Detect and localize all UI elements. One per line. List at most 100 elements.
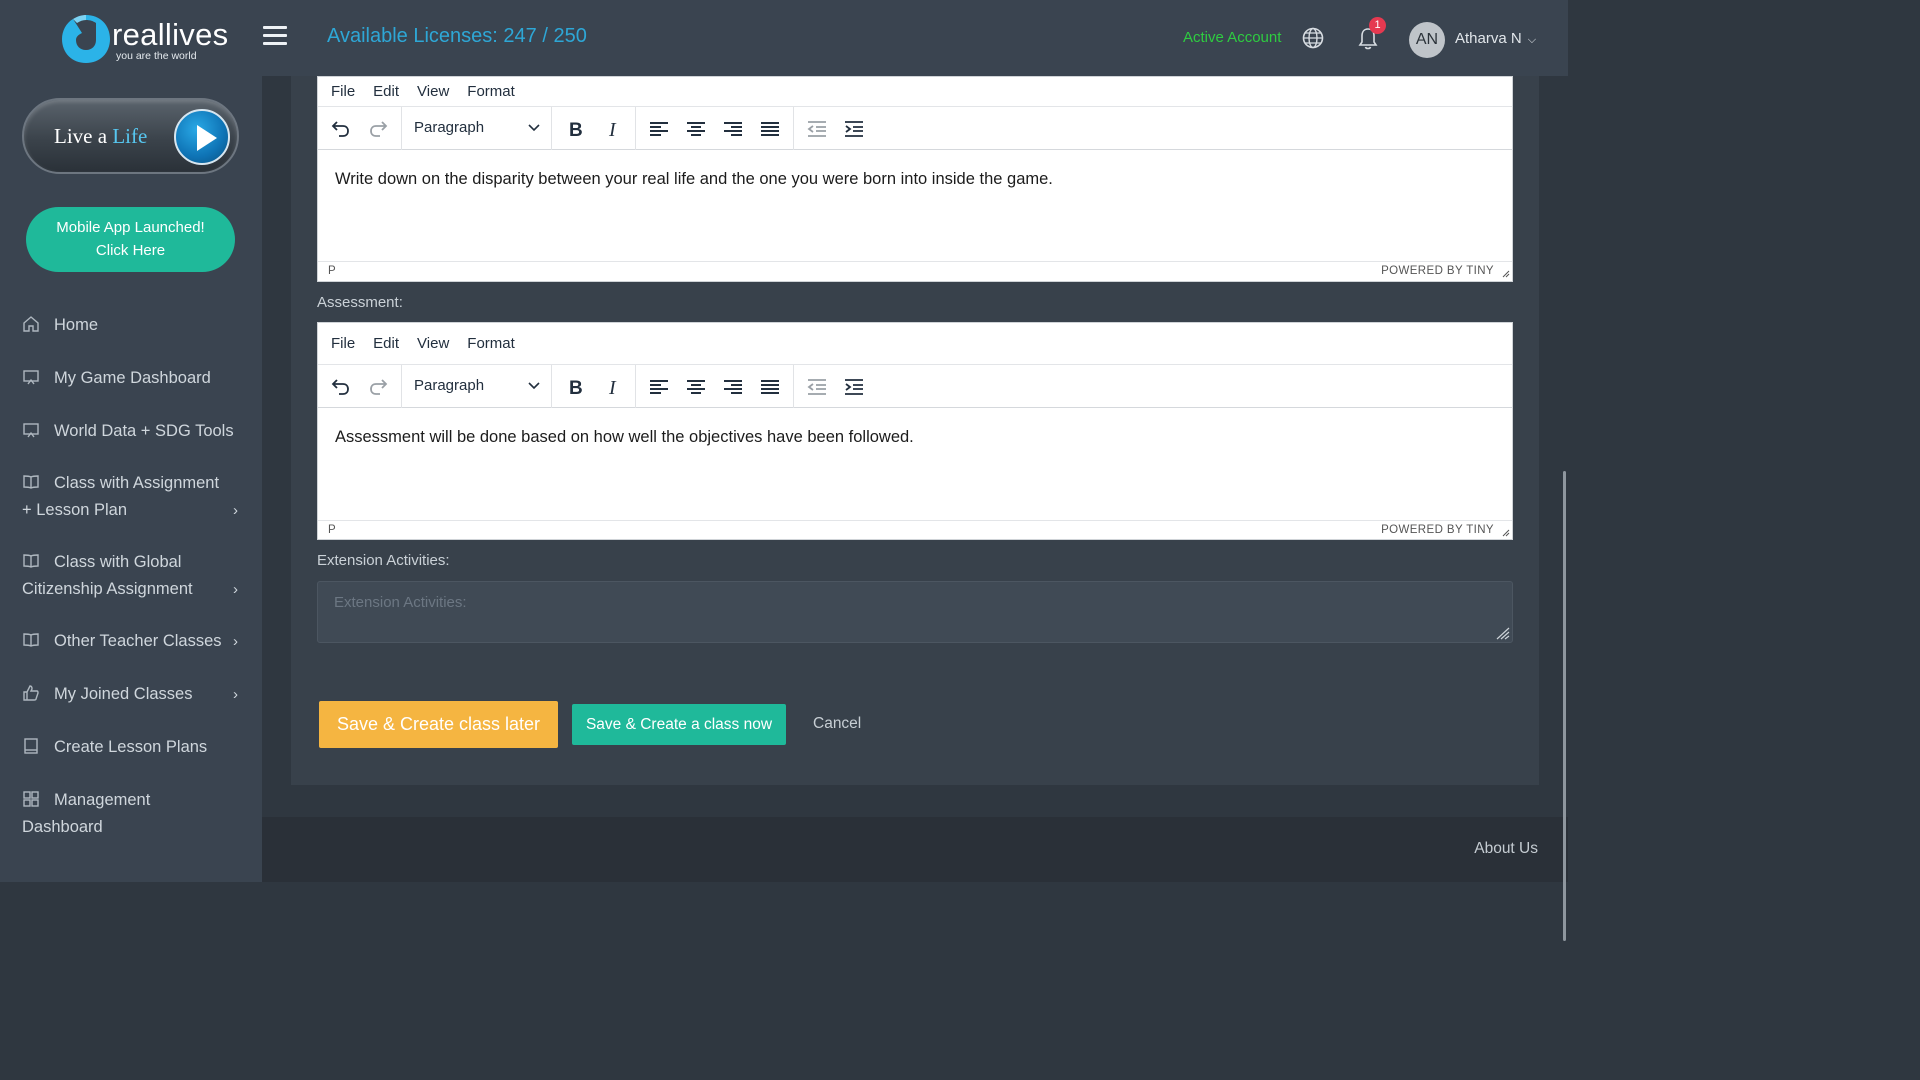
menu-format[interactable]: Format bbox=[467, 335, 515, 352]
menu-edit[interactable]: Edit bbox=[373, 335, 399, 352]
italic-icon[interactable]: I bbox=[603, 118, 625, 140]
svg-text:B: B bbox=[569, 378, 583, 398]
editor-menubar: File Edit View Format bbox=[318, 323, 1512, 365]
outdent-icon[interactable] bbox=[806, 376, 828, 398]
home-icon bbox=[23, 316, 39, 332]
menu-view[interactable]: View bbox=[417, 83, 449, 100]
element-path[interactable]: P bbox=[328, 521, 336, 539]
book-icon bbox=[23, 554, 39, 568]
resize-handle-icon[interactable] bbox=[1500, 268, 1510, 278]
align-center-icon[interactable] bbox=[685, 376, 707, 398]
indent-icon[interactable] bbox=[843, 376, 865, 398]
about-us-link[interactable]: About Us bbox=[1474, 840, 1538, 858]
sidebar-item-world-data[interactable]: World Data + SDG Tools bbox=[22, 418, 242, 445]
avatar[interactable]: AN bbox=[1409, 22, 1445, 58]
assessment-label: Assessment: bbox=[317, 294, 403, 311]
mobile-app-button[interactable]: Mobile App Launched! Click Here bbox=[26, 207, 235, 272]
redo-icon[interactable] bbox=[367, 376, 389, 398]
svg-text:I: I bbox=[608, 119, 617, 140]
powered-by-tiny[interactable]: POWERED BY TINY bbox=[1381, 262, 1494, 280]
globe-icon[interactable] bbox=[1302, 27, 1324, 49]
editor-content[interactable]: Write down on the disparity between your… bbox=[318, 150, 1512, 261]
editor-toolbar: Paragraph B I bbox=[318, 107, 1512, 150]
scrollbar[interactable] bbox=[1560, 76, 1568, 941]
monitor-icon bbox=[23, 423, 39, 438]
logo-mark-icon bbox=[62, 15, 110, 63]
outdent-icon[interactable] bbox=[806, 118, 828, 140]
sidebar-item-game-dashboard[interactable]: My Game Dashboard bbox=[22, 365, 242, 392]
sidebar-item-joined-classes[interactable]: My Joined Classes › bbox=[22, 681, 242, 708]
save-create-later-button[interactable]: Save & Create class later bbox=[319, 701, 558, 748]
cancel-button[interactable]: Cancel bbox=[813, 715, 861, 733]
indent-icon[interactable] bbox=[843, 118, 865, 140]
hamburger-menu-icon[interactable] bbox=[263, 26, 287, 46]
undo-icon[interactable] bbox=[330, 376, 352, 398]
menu-file[interactable]: File bbox=[331, 83, 355, 100]
top-bar: Available Licenses: 247 / 250 Active Acc… bbox=[262, 0, 1568, 76]
scrollbar-thumb[interactable] bbox=[1563, 471, 1566, 941]
book-icon bbox=[23, 475, 39, 489]
live-a-life-label: Live a Life bbox=[54, 124, 148, 148]
chevron-right-icon: › bbox=[233, 581, 238, 598]
block-format-select[interactable]: Paragraph bbox=[414, 377, 484, 394]
grid-icon bbox=[23, 791, 39, 807]
sidebar-item-class-global-citizenship[interactable]: Class with Global Citizenship Assignment… bbox=[22, 549, 242, 603]
align-left-icon[interactable] bbox=[648, 376, 670, 398]
menu-file[interactable]: File bbox=[331, 335, 355, 352]
svg-text:B: B bbox=[569, 120, 583, 140]
bold-icon[interactable]: B bbox=[565, 118, 587, 140]
align-justify-icon[interactable] bbox=[759, 376, 781, 398]
rich-text-editor-1: File Edit View Format Paragraph B I Write d… bbox=[317, 76, 1513, 282]
extension-activities-placeholder: Extension Activities: bbox=[334, 594, 467, 611]
notebook-icon bbox=[24, 738, 38, 754]
undo-icon[interactable] bbox=[330, 118, 352, 140]
logo-wordmark: reallives bbox=[112, 17, 229, 52]
chevron-down-icon bbox=[528, 382, 540, 390]
editor-statusbar: P POWERED BY TINY bbox=[318, 520, 1512, 539]
align-right-icon[interactable] bbox=[722, 118, 744, 140]
editor-content[interactable]: Assessment will be done based on how wel… bbox=[318, 408, 1512, 520]
chevron-right-icon: › bbox=[233, 686, 238, 703]
editor-menubar: File Edit View Format bbox=[318, 77, 1512, 107]
mobile-app-line1: Mobile App Launched! bbox=[56, 219, 205, 236]
resize-handle-icon[interactable] bbox=[1494, 626, 1510, 640]
chevron-down-icon bbox=[528, 124, 540, 132]
sidebar-item-other-teacher-classes[interactable]: Other Teacher Classes › bbox=[22, 628, 242, 655]
sidebar: reallives you are the world Live a Life … bbox=[0, 0, 262, 882]
sidebar-item-management-dashboard[interactable]: Management Dashboard bbox=[22, 787, 242, 841]
live-a-life-button[interactable]: Live a Life bbox=[22, 98, 239, 174]
align-left-icon[interactable] bbox=[648, 118, 670, 140]
notification-badge: 1 bbox=[1369, 17, 1386, 34]
sidebar-item-class-assignment[interactable]: Class with Assignment + Lesson Plan › bbox=[22, 470, 242, 524]
italic-icon[interactable]: I bbox=[603, 376, 625, 398]
extension-activities-label: Extension Activities: bbox=[317, 552, 450, 569]
book-icon bbox=[23, 633, 39, 647]
align-center-icon[interactable] bbox=[685, 118, 707, 140]
available-licenses: Available Licenses: 247 / 250 bbox=[327, 25, 587, 47]
resize-handle-icon[interactable] bbox=[1500, 527, 1510, 537]
logo-tagline: you are the world bbox=[116, 50, 197, 62]
menu-edit[interactable]: Edit bbox=[373, 83, 399, 100]
bold-icon[interactable]: B bbox=[565, 376, 587, 398]
active-account-status: Active Account bbox=[1183, 29, 1282, 46]
sidebar-item-create-lesson-plans[interactable]: Create Lesson Plans bbox=[22, 734, 242, 761]
element-path[interactable]: P bbox=[328, 262, 336, 280]
block-format-select[interactable]: Paragraph bbox=[414, 119, 484, 136]
monitor-icon bbox=[23, 370, 39, 385]
editor-statusbar: P POWERED BY TINY bbox=[318, 261, 1512, 280]
user-menu[interactable]: Atharva N ⌵ bbox=[1455, 30, 1536, 47]
thumbs-up-icon bbox=[23, 685, 39, 701]
save-create-now-button[interactable]: Save & Create a class now bbox=[572, 704, 786, 745]
menu-format[interactable]: Format bbox=[467, 83, 515, 100]
menu-view[interactable]: View bbox=[417, 335, 449, 352]
redo-icon[interactable] bbox=[367, 118, 389, 140]
rich-text-editor-2: File Edit View Format Paragraph B I Assessm… bbox=[317, 322, 1513, 540]
align-right-icon[interactable] bbox=[722, 376, 744, 398]
svg-text:I: I bbox=[608, 377, 617, 398]
mobile-app-line2: Click Here bbox=[95, 242, 166, 259]
extension-activities-textarea[interactable]: Extension Activities: bbox=[317, 581, 1513, 643]
powered-by-tiny[interactable]: POWERED BY TINY bbox=[1381, 521, 1494, 539]
reallives-logo[interactable]: reallives you are the world bbox=[60, 13, 228, 65]
align-justify-icon[interactable] bbox=[759, 118, 781, 140]
sidebar-item-home[interactable]: Home bbox=[22, 312, 242, 339]
